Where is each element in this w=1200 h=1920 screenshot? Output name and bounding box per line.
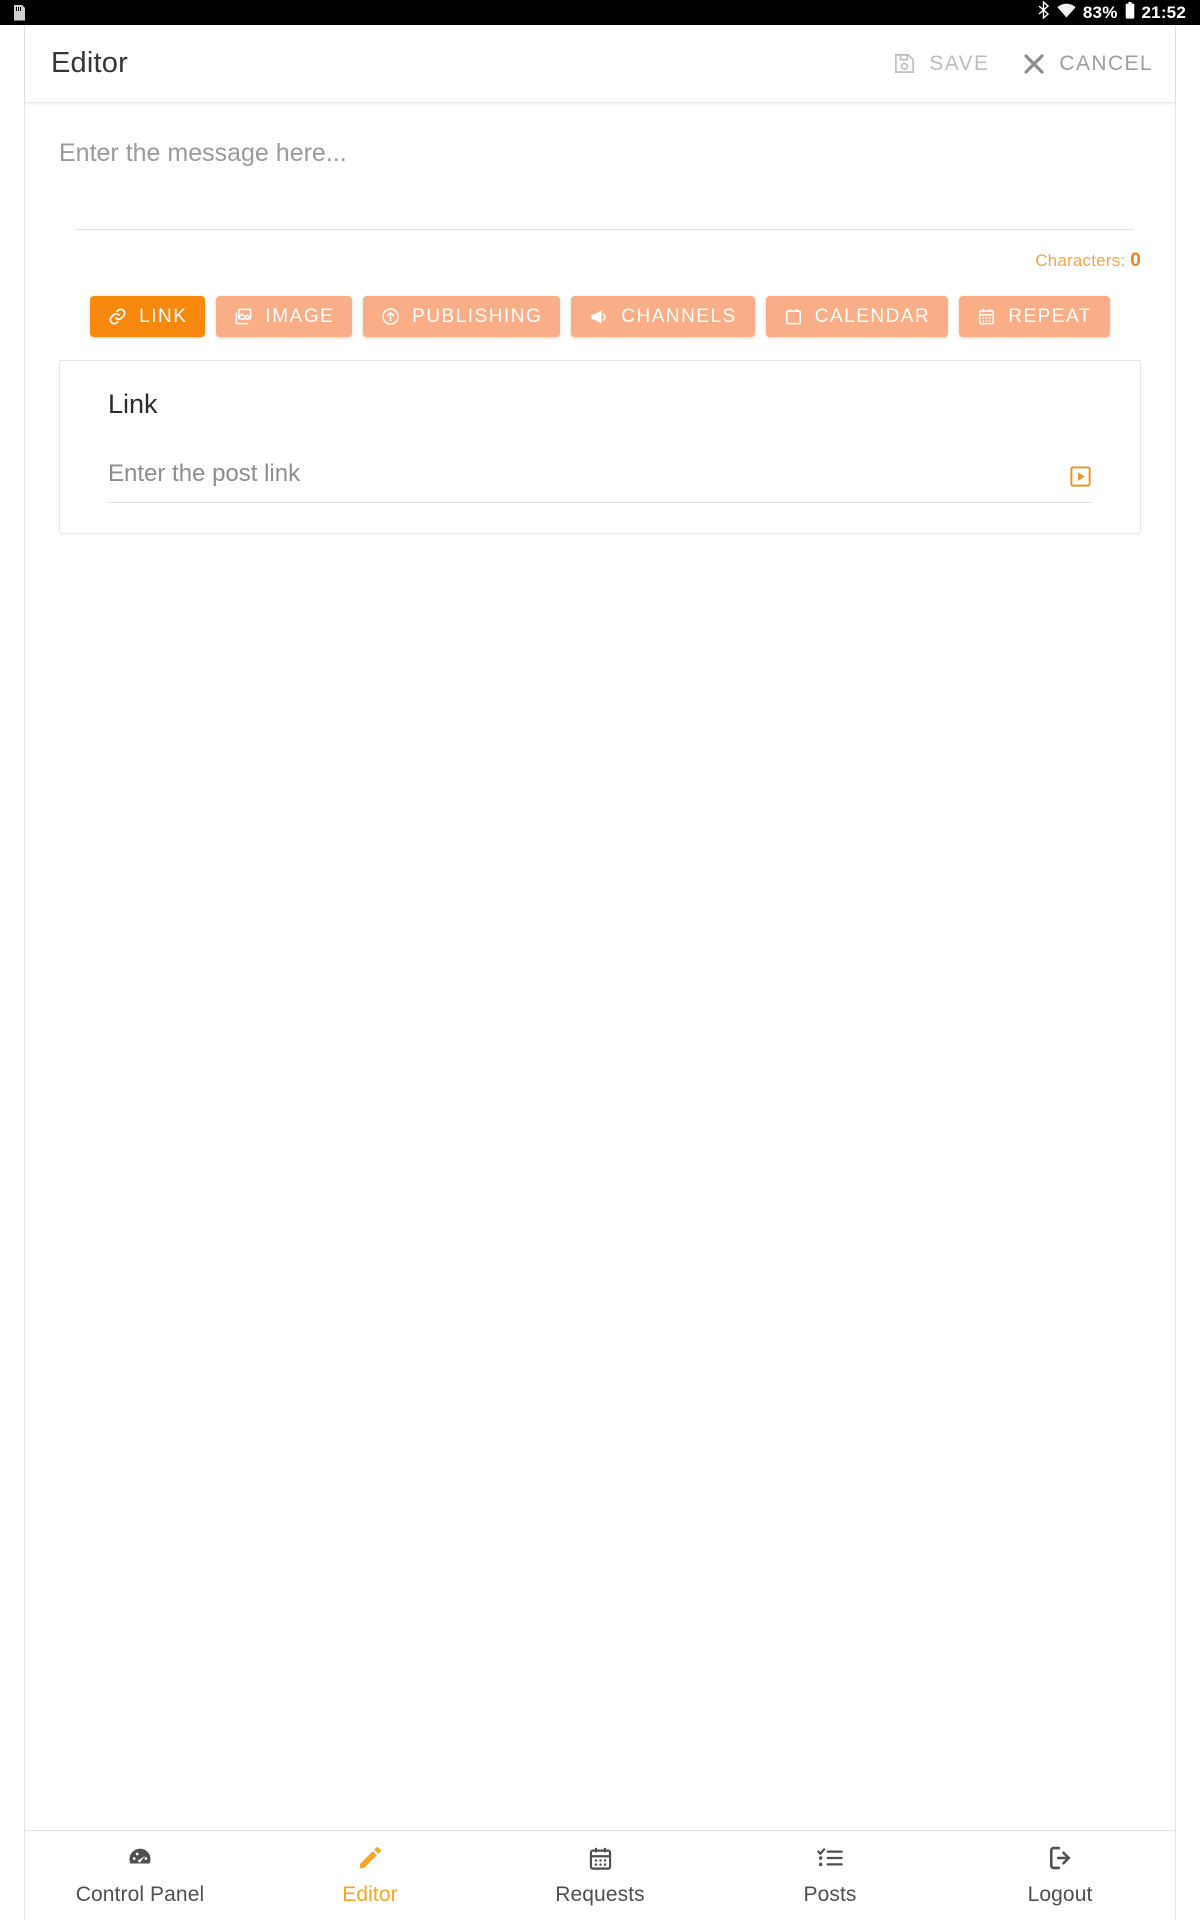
message-input[interactable]: Enter the message here...: [59, 137, 1147, 229]
character-counter-label: Characters:: [1035, 251, 1126, 270]
sd-card-icon: [14, 5, 25, 21]
calendar-dots-icon: [587, 1845, 614, 1872]
pencil-icon: [356, 1844, 384, 1872]
megaphone-icon: [589, 307, 609, 327]
nav-item-requests[interactable]: Requests: [485, 1845, 715, 1907]
app-bar: Editor SAVE CANCEL: [25, 25, 1175, 103]
tab-image-label: IMAGE: [265, 305, 335, 327]
tab-publishing-label: PUBLISHING: [412, 305, 543, 327]
calendar-dots-icon: [977, 307, 996, 326]
bottom-navigation: Control Panel Editor Requests Posts Logo…: [25, 1830, 1175, 1920]
nav-item-logout-label: Logout: [1027, 1883, 1093, 1906]
app-bar-actions: SAVE CANCEL: [893, 52, 1153, 76]
status-bar: 83% 21:52: [0, 0, 1200, 25]
battery-icon: [1125, 1, 1135, 24]
link-panel-title: Link: [108, 389, 158, 419]
post-link-field-row: Enter the post link: [108, 460, 1092, 503]
wifi-icon: [1057, 3, 1076, 23]
tab-repeat[interactable]: REPEAT: [959, 296, 1110, 337]
message-editor-area: Enter the message here...: [25, 103, 1175, 230]
clock-label: 21:52: [1141, 2, 1186, 22]
editor-tab-bar: LINK IMAGE PUBLISHING CHANNELS CALENDAR …: [25, 296, 1175, 337]
nav-item-control-panel-label: Control Panel: [75, 1883, 205, 1906]
tab-calendar-label: CALENDAR: [814, 305, 931, 327]
tab-link-label: LINK: [139, 305, 188, 327]
gauge-icon: [126, 1844, 154, 1872]
tab-channels[interactable]: CHANNELS: [571, 296, 755, 337]
status-bar-left: [14, 5, 25, 21]
nav-item-editor-label: Editor: [342, 1883, 398, 1906]
nav-item-logout[interactable]: Logout: [945, 1844, 1175, 1907]
character-counter-value: 0: [1130, 250, 1141, 271]
nav-item-posts[interactable]: Posts: [715, 1844, 945, 1907]
close-x-icon: [1022, 52, 1046, 76]
battery-percent-label: 83%: [1082, 2, 1118, 22]
tab-image[interactable]: IMAGE: [216, 296, 353, 337]
link-panel: Link Enter the post link: [59, 360, 1141, 534]
nav-item-control-panel[interactable]: Control Panel: [25, 1844, 255, 1907]
photos-icon: [234, 307, 253, 326]
character-counter: Characters: 0: [25, 230, 1175, 272]
save-button[interactable]: SAVE: [893, 52, 989, 76]
chain-link-icon: [108, 307, 127, 326]
tab-channels-label: CHANNELS: [621, 305, 737, 327]
bluetooth-icon: [1037, 0, 1050, 24]
nav-item-requests-label: Requests: [555, 1882, 645, 1906]
nav-item-editor[interactable]: Editor: [255, 1844, 485, 1907]
save-label: SAVE: [929, 51, 990, 75]
page-title: Editor: [51, 47, 128, 79]
calendar-icon: [784, 307, 803, 326]
tab-publishing[interactable]: PUBLISHING: [363, 296, 561, 337]
app-frame: Editor SAVE CANCEL Enter the message her…: [24, 25, 1176, 1920]
cancel-button[interactable]: CANCEL: [1022, 52, 1153, 76]
upload-circle-icon: [381, 307, 400, 326]
cancel-label: CANCEL: [1059, 51, 1153, 75]
status-bar-right: 83% 21:52: [1037, 0, 1186, 24]
floppy-disk-icon: [893, 52, 916, 75]
tab-link[interactable]: LINK: [90, 296, 206, 337]
post-link-input[interactable]: Enter the post link: [108, 460, 1069, 488]
checklist-icon: [816, 1844, 844, 1872]
tab-repeat-label: REPEAT: [1008, 305, 1092, 327]
exit-icon: [1046, 1844, 1074, 1872]
play-square-icon[interactable]: [1069, 465, 1092, 488]
tab-calendar[interactable]: CALENDAR: [765, 296, 949, 337]
nav-item-posts-label: Posts: [803, 1883, 857, 1906]
